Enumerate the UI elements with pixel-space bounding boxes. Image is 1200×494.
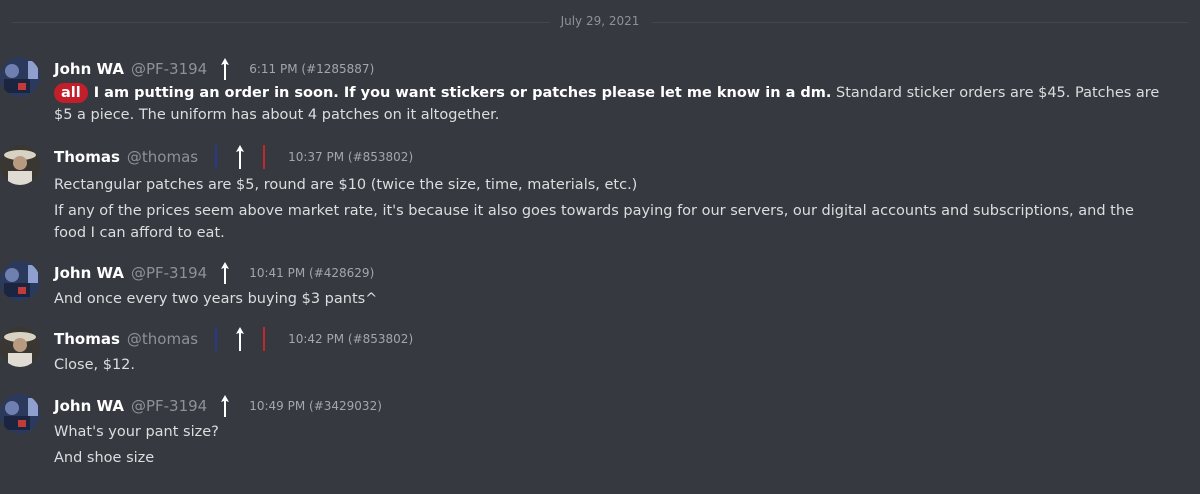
message-header: John WA @PF-3194 6:11 PM (#1285887) — [54, 57, 374, 81]
avatar[interactable] — [0, 261, 40, 301]
avatar[interactable] — [0, 327, 40, 367]
mention-badge[interactable]: all — [54, 83, 88, 103]
user-handle[interactable]: @PF-3194 — [131, 60, 207, 78]
white-arrow-icon — [236, 145, 245, 169]
message-header: John WA @PF-3194 10:41 PM (#428629) — [54, 261, 374, 285]
red-arrow-icon — [260, 327, 268, 351]
bold-text: I am putting an order in soon. If you wa… — [93, 85, 832, 101]
arrow-up-icon — [221, 395, 230, 417]
timestamp[interactable]: 10:49 PM (#3429032) — [249, 399, 382, 413]
username[interactable]: John WA — [54, 60, 124, 78]
role-badges — [221, 395, 245, 417]
message-text: Rectangular patches are $5, round are $1… — [54, 177, 638, 193]
role-badges — [212, 327, 284, 351]
date-label: July 29, 2021 — [560, 14, 640, 28]
timestamp[interactable]: 10:42 PM (#853802) — [288, 332, 413, 346]
divider-line-right — [652, 22, 1188, 23]
role-badges — [212, 145, 284, 169]
avatar[interactable] — [0, 57, 40, 97]
message-text: And once every two years buying $3 pants… — [54, 291, 378, 307]
white-arrow-icon — [236, 327, 245, 351]
user-handle[interactable]: @thomas — [127, 148, 198, 166]
blue-arrow-icon — [212, 327, 220, 351]
chat-log: July 29, 2021 John WA @PF-3194 6:11 PM (… — [0, 0, 1200, 494]
timestamp[interactable]: 6:11 PM (#1285887) — [249, 62, 374, 76]
message-header: Thomas @thomas — [54, 145, 413, 169]
username[interactable]: John WA — [54, 397, 124, 415]
timestamp[interactable]: 10:41 PM (#428629) — [249, 266, 374, 280]
avatar[interactable] — [0, 394, 40, 434]
user-handle[interactable]: @PF-3194 — [131, 397, 207, 415]
arrow-up-icon — [221, 58, 230, 80]
username[interactable]: Thomas — [54, 148, 120, 166]
username[interactable]: John WA — [54, 264, 124, 282]
red-arrow-icon — [260, 145, 268, 169]
role-badges — [221, 262, 245, 284]
username[interactable]: Thomas — [54, 330, 120, 348]
message-header: Thomas @thomas — [54, 327, 413, 351]
avatar[interactable] — [0, 145, 40, 185]
role-badges — [221, 58, 245, 80]
arrow-up-icon — [221, 262, 230, 284]
message-header: John WA @PF-3194 10:49 PM (#3429032) — [54, 394, 382, 418]
user-handle[interactable]: @thomas — [127, 330, 198, 348]
message-text: If any of the prices seem above market r… — [54, 203, 1134, 241]
blue-arrow-icon — [212, 145, 220, 169]
message-text: Close, $12. — [54, 357, 136, 373]
user-handle[interactable]: @PF-3194 — [131, 264, 207, 282]
timestamp[interactable]: 10:37 PM (#853802) — [288, 150, 413, 164]
message-text: And shoe size — [54, 450, 155, 466]
message-text: all I am putting an order in soon. If you… — [54, 82, 1164, 126]
message-text: What's your pant size? — [54, 424, 219, 440]
date-divider: July 29, 2021 — [0, 0, 1200, 46]
